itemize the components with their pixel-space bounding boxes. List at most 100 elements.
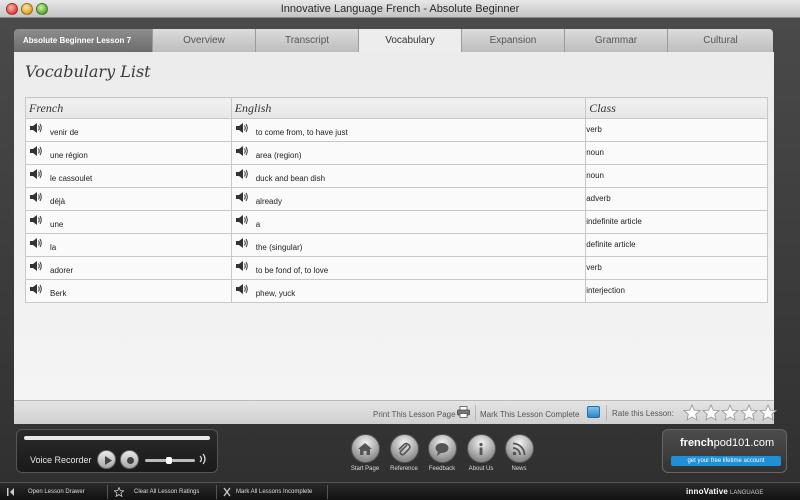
- speaker-icon[interactable]: [235, 214, 249, 226]
- lesson-footer: Print This Lesson Page Mark This Lesson …: [14, 400, 777, 424]
- french-word: une région: [50, 151, 88, 160]
- french-cell: une région: [25, 141, 232, 165]
- speaker-icon[interactable]: [235, 237, 249, 249]
- english-cell: a: [230, 210, 587, 234]
- footer-divider: [606, 405, 607, 421]
- printer-icon[interactable]: [457, 406, 470, 418]
- speaker-icon[interactable]: [29, 260, 43, 272]
- english-cell: phew, yuck: [230, 279, 587, 303]
- record-button[interactable]: [120, 450, 139, 469]
- tab-transcript[interactable]: Transcript: [255, 29, 358, 52]
- recorder-label: Voice Recorder: [30, 455, 92, 465]
- free-account-button[interactable]: get your free lifetime account: [671, 456, 781, 466]
- play-icon: [105, 456, 112, 465]
- minimize-window-button[interactable]: [21, 3, 33, 15]
- speaker-icon[interactable]: [235, 122, 249, 134]
- toolbar-divider: [107, 485, 108, 499]
- french-cell: le cassoulet: [25, 164, 232, 188]
- volume-slider[interactable]: [145, 457, 195, 464]
- tab-expansion[interactable]: Expansion: [461, 29, 564, 52]
- tab-vocabulary[interactable]: Vocabulary: [358, 29, 461, 52]
- rating-star-icon[interactable]: [721, 404, 739, 421]
- word-class: verb: [586, 263, 602, 272]
- news-label: News: [511, 466, 527, 472]
- print-lesson-link[interactable]: Print This Lesson Page: [373, 410, 456, 419]
- speaker-icon[interactable]: [29, 122, 43, 134]
- english-cell: duck and bean dish: [230, 164, 587, 188]
- french-cell: la: [25, 233, 232, 257]
- zoom-window-button[interactable]: [36, 3, 48, 15]
- recorder-progress-bar: [24, 436, 210, 440]
- info-icon: [479, 442, 483, 455]
- rating-star-icon[interactable]: [683, 404, 701, 421]
- reference-label: Reference: [390, 466, 418, 472]
- speaker-icon[interactable]: [29, 168, 43, 180]
- record-icon: [127, 457, 134, 464]
- speaker-icon[interactable]: [29, 283, 43, 295]
- speaker-icon[interactable]: [235, 283, 249, 295]
- class-cell: verb: [585, 256, 768, 280]
- close-window-button[interactable]: [6, 3, 18, 15]
- speaker-icon[interactable]: [235, 260, 249, 272]
- speaker-icon[interactable]: [235, 168, 249, 180]
- lesson-name-tab: Absolute Beginner Lesson 7: [14, 29, 152, 52]
- speech-bubble-icon: [435, 442, 449, 456]
- mark-complete-link[interactable]: Mark This Lesson Complete: [480, 410, 579, 419]
- voice-recorder: Voice Recorder: [16, 429, 218, 473]
- vocabulary-table: French English Class venir de to come fro…: [25, 97, 768, 303]
- play-button[interactable]: [97, 450, 116, 469]
- table-row: le cassoulet duck and bean dish noun: [25, 164, 768, 188]
- english-cell: to come from, to have just: [230, 118, 587, 142]
- rss-icon: [512, 442, 526, 455]
- start-page-label: Start Page: [350, 466, 380, 472]
- start-page-button[interactable]: Start Page: [345, 434, 385, 472]
- table-row: Berk phew, yuck interjection: [25, 279, 768, 303]
- speaker-icon[interactable]: [29, 237, 43, 249]
- french-word: Berk: [50, 289, 67, 298]
- class-cell: indefinite article: [585, 210, 768, 234]
- french-cell: venir de: [25, 118, 232, 142]
- tab-cultural[interactable]: Cultural: [667, 29, 773, 52]
- promo-box[interactable]: frenchpod101.com get your free lifetime …: [662, 429, 787, 473]
- tab-overview[interactable]: Overview: [152, 29, 255, 52]
- word-class: noun: [586, 171, 604, 180]
- english-translation: duck and bean dish: [255, 174, 326, 183]
- news-button[interactable]: News: [499, 434, 539, 472]
- paperclip-icon: [398, 442, 411, 456]
- feedback-button[interactable]: Feedback: [422, 434, 462, 472]
- clear-ratings-button[interactable]: Clear All Lesson Ratings: [134, 483, 199, 500]
- window-title: Innovative Language French - Absolute Be…: [280, 3, 520, 15]
- french-cell: Berk: [25, 279, 232, 303]
- english-cell: area (region): [230, 141, 587, 165]
- speaker-icon[interactable]: [29, 191, 43, 203]
- speaker-icon[interactable]: [235, 191, 249, 203]
- mark-all-incomplete-button[interactable]: Mark All Lessons Incomplete: [236, 483, 312, 500]
- about-us-button[interactable]: About Us: [461, 434, 501, 472]
- french-cell: adorer: [25, 256, 232, 280]
- english-translation: already: [255, 197, 282, 206]
- tab-grammar[interactable]: Grammar: [564, 29, 667, 52]
- lesson-tabs: Absolute Beginner Lesson 7 Overview Tran…: [14, 29, 774, 52]
- table-row: déjà already adverb: [25, 187, 768, 211]
- speaker-icon[interactable]: [29, 145, 43, 157]
- french-word: déjà: [50, 197, 66, 206]
- reference-button[interactable]: Reference: [384, 434, 424, 472]
- bottom-toolbar: Open Lesson Drawer Clear All Lesson Rati…: [0, 482, 800, 500]
- volume-slider-knob[interactable]: [166, 457, 172, 464]
- rating-star-icon[interactable]: [740, 404, 758, 421]
- rating-star-icon[interactable]: [759, 404, 777, 421]
- mark-complete-checkbox[interactable]: [587, 406, 600, 418]
- speaker-icon[interactable]: [235, 145, 249, 157]
- word-class: noun: [586, 148, 604, 157]
- table-row: une a indefinite article: [25, 210, 768, 234]
- class-cell: definite article: [585, 233, 768, 257]
- column-header-english: English: [230, 97, 587, 119]
- content-panel: Vocabulary List French English Class ven…: [14, 52, 774, 400]
- rating-star-icon[interactable]: [702, 404, 720, 421]
- speaker-icon[interactable]: [29, 214, 43, 226]
- open-lesson-drawer-button[interactable]: Open Lesson Drawer: [28, 483, 85, 500]
- toolbar-divider: [216, 485, 217, 499]
- table-row: la the (singular) definite article: [25, 233, 768, 257]
- french-cell: déjà: [25, 187, 232, 211]
- french-cell: une: [25, 210, 232, 234]
